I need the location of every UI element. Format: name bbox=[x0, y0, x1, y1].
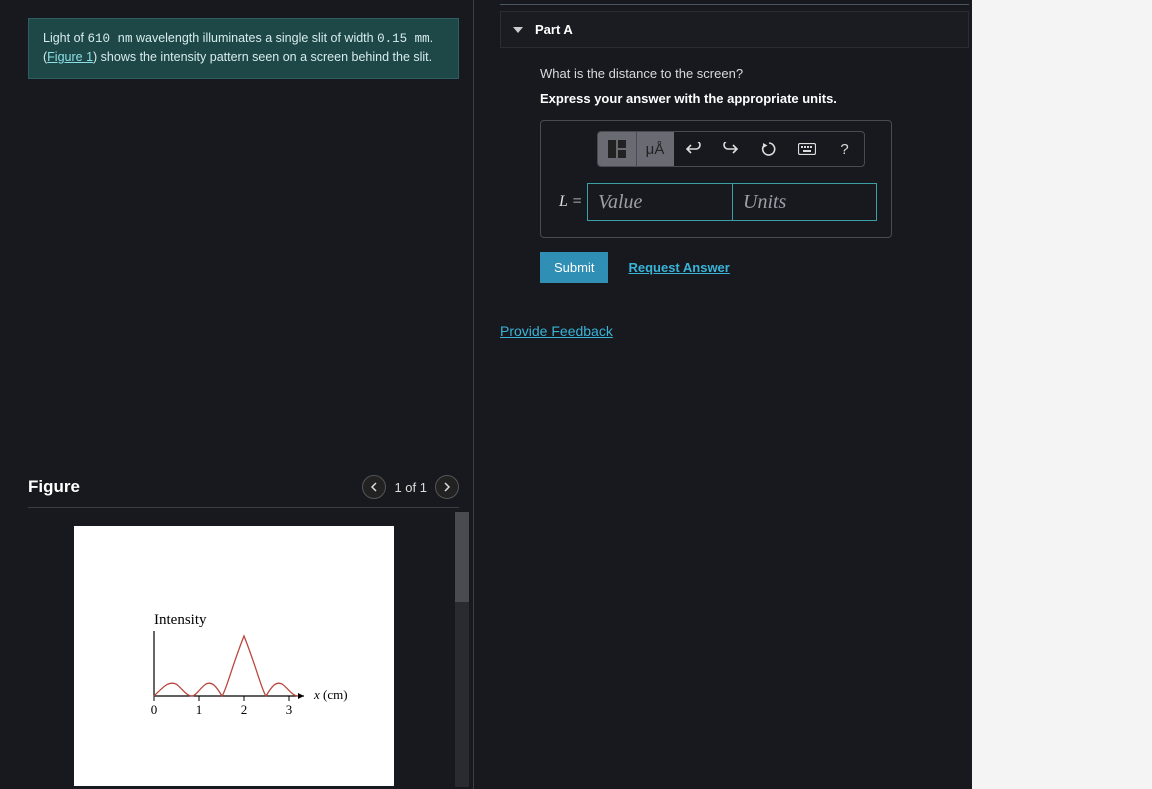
tick-1: 1 bbox=[196, 702, 203, 717]
figure-prev-button[interactable] bbox=[362, 475, 386, 499]
provide-feedback-link[interactable]: Provide Feedback bbox=[500, 323, 613, 339]
chevron-left-icon bbox=[370, 482, 378, 492]
tick-0: 0 bbox=[151, 702, 158, 717]
figure-title: Figure bbox=[28, 477, 80, 497]
problem-text: ) shows the intensity pattern seen on a … bbox=[93, 50, 432, 64]
y-axis-label: Intensity bbox=[154, 612, 207, 628]
variable-label: L = bbox=[555, 183, 587, 221]
figure-next-button[interactable] bbox=[435, 475, 459, 499]
value-input[interactable] bbox=[587, 183, 732, 221]
tick-3: 3 bbox=[286, 702, 293, 717]
reset-button[interactable] bbox=[750, 132, 788, 166]
problem-statement: Light of 610 nm wavelength illuminates a… bbox=[28, 18, 459, 79]
units-input[interactable] bbox=[732, 183, 877, 221]
divider bbox=[500, 4, 969, 5]
answer-toolbar: μÅ ? bbox=[597, 131, 865, 167]
templates-button[interactable] bbox=[598, 132, 636, 166]
right-panel: Part A What is the distance to the scree… bbox=[474, 0, 1152, 789]
keyboard-icon bbox=[798, 143, 816, 155]
question-block: What is the distance to the screen? Expr… bbox=[540, 66, 960, 283]
scrollbar-thumb[interactable] bbox=[455, 512, 469, 602]
question-text: What is the distance to the screen? bbox=[540, 66, 960, 81]
left-panel: Light of 610 nm wavelength illuminates a… bbox=[0, 0, 474, 789]
main-layout: Light of 610 nm wavelength illuminates a… bbox=[0, 0, 1152, 789]
templates-icon bbox=[608, 140, 626, 158]
instruction-text: Express your answer with the appropriate… bbox=[540, 91, 960, 106]
submit-button[interactable]: Submit bbox=[540, 252, 608, 283]
figure-count: 1 of 1 bbox=[394, 480, 427, 495]
undo-button[interactable] bbox=[674, 132, 712, 166]
reset-icon bbox=[761, 141, 777, 157]
figure-image[interactable]: Intensity 0 1 2 3 x (cm) bbox=[74, 526, 394, 786]
answer-input-row: L = bbox=[555, 183, 877, 221]
figure-nav: 1 of 1 bbox=[362, 475, 459, 499]
answer-box: μÅ ? bbox=[540, 120, 892, 238]
redo-icon bbox=[723, 142, 739, 156]
figure-header: Figure 1 of 1 bbox=[28, 475, 459, 508]
redo-button[interactable] bbox=[712, 132, 750, 166]
chevron-right-icon bbox=[443, 482, 451, 492]
help-button[interactable]: ? bbox=[826, 132, 864, 166]
tick-2: 2 bbox=[241, 702, 248, 717]
undo-icon bbox=[685, 142, 701, 156]
wavelength-value: 610 nm bbox=[87, 32, 132, 46]
slit-width-value: 0.15 mm bbox=[377, 32, 430, 46]
part-label: Part A bbox=[535, 22, 573, 37]
chevron-down-icon bbox=[513, 27, 523, 33]
figure-link[interactable]: Figure 1 bbox=[47, 50, 93, 64]
request-answer-link[interactable]: Request Answer bbox=[628, 260, 729, 275]
problem-text: wavelength illuminates a single slit of … bbox=[133, 31, 378, 45]
figure-section: Figure 1 of 1 Intensity bbox=[28, 475, 459, 786]
x-axis-label: x (cm) bbox=[313, 687, 348, 702]
problem-text: Light of bbox=[43, 31, 87, 45]
units-button[interactable]: μÅ bbox=[636, 132, 674, 166]
keyboard-button[interactable] bbox=[788, 132, 826, 166]
part-header[interactable]: Part A bbox=[500, 11, 969, 48]
help-icon: ? bbox=[840, 141, 848, 158]
action-row: Submit Request Answer bbox=[540, 252, 960, 283]
figure-scrollbar[interactable] bbox=[455, 512, 469, 787]
